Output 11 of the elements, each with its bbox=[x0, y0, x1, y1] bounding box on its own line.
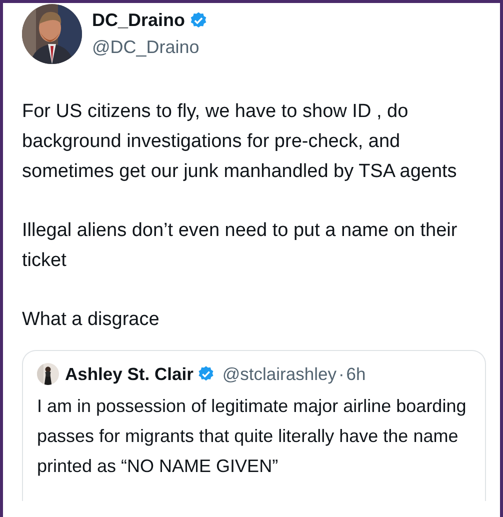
tweet-text: Illegal aliens don’t even need to put a name on their ticket bbox=[22, 219, 458, 273]
separator-dot: · bbox=[338, 364, 344, 384]
author-name[interactable]: DC_Draino bbox=[92, 10, 186, 31]
author-handle[interactable]: @DC_Draino bbox=[92, 37, 208, 58]
quoted-tweet-card[interactable]: Ashley St. Clair @stclairashley·6h I am in possession of legitimate major airline boarding passes for migrants that quite literally have the name printed as “NO NAME GIVEN” bbox=[22, 350, 486, 501]
quoted-author-handle[interactable]: @stclairashley bbox=[222, 364, 336, 384]
tweet-text: What a disgrace bbox=[22, 308, 160, 332]
quoted-tweet-text: I am in possession of legitimate major airline boarding passes for migrants that quite literally have the name printed as “NO NAME GIVEN” bbox=[37, 395, 468, 478]
post-time[interactable]: 6h bbox=[346, 364, 366, 384]
tweet-text: For US citizens to fly, we have to show ID , do background investigations for pre-check, and sometimes get our junk manhandled by TSA agents bbox=[22, 100, 458, 184]
quoted-author-name[interactable]: Ashley St. Clair bbox=[65, 364, 194, 384]
